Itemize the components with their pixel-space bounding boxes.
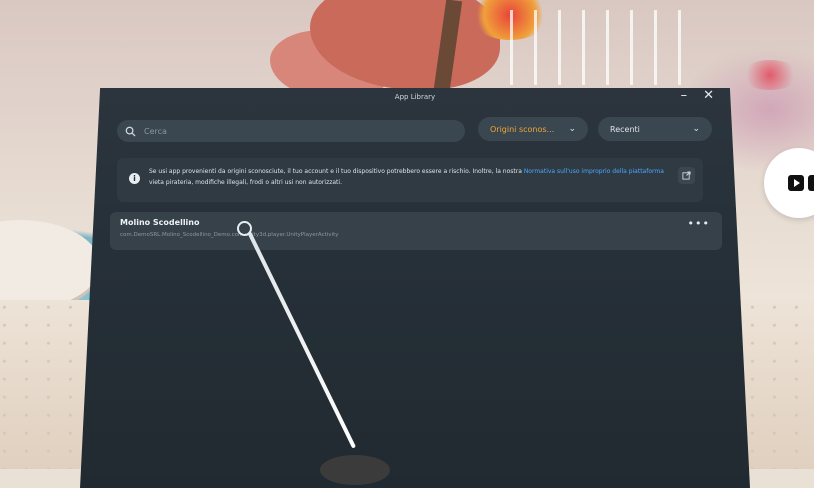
chevron-down-icon: ⌄ [568,124,576,134]
background-platform [0,220,100,310]
app-name: Molino Scodellino [120,218,200,227]
pointer-cursor [237,221,252,236]
policy-link[interactable]: Normativa sull'uso improprio della piatt… [524,168,664,175]
sort-dropdown[interactable]: Recenti ⌄ [598,117,712,141]
more-icon[interactable]: ••• [688,217,710,230]
search-bar[interactable] [117,120,465,142]
external-link-icon [682,171,691,180]
list-item[interactable]: Molino Scodellino com.DemoSRL.Molino_Sco… [110,212,722,250]
info-icon: i [129,173,140,184]
sort-label: Recenti [610,124,640,134]
app-package-name: com.DemoSRL.Molino_Scodellino_Demo.com.u… [120,232,339,238]
notice-text-1: Se usi app provenienti da origini sconos… [149,168,524,175]
play-icon [788,175,804,191]
controller [320,455,390,485]
search-input[interactable] [142,125,446,137]
background-flowers-right [740,60,800,90]
notice-text-2: vieta pirateria, modifiche illegali, fro… [149,179,342,186]
play-icon-partial [808,175,814,191]
origins-filter-dropdown[interactable]: Origini sconos... ⌄ [478,117,588,141]
background-fence [510,10,690,85]
unknown-sources-notice: i Se usi app provenienti da origini scon… [117,158,703,202]
external-link-button[interactable] [678,167,695,184]
chevron-down-icon: ⌄ [692,124,700,134]
close-button[interactable]: ✕ [703,88,714,103]
search-icon [125,126,136,137]
window-controls: – ✕ [681,88,714,103]
window-title: App Library [394,93,436,101]
app-library-panel: App Library – ✕ Origini sconos... ⌄ Rece… [80,88,750,488]
origins-filter-label: Origini sconos... [490,124,555,134]
minimize-button[interactable]: – [681,88,688,103]
